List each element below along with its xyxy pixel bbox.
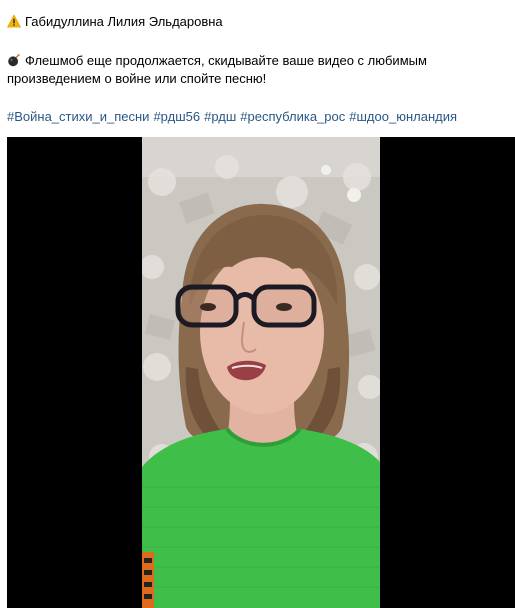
body-text-2: произведением о войне или спойте песню! [7,71,267,86]
bomb-icon [8,53,20,67]
video-frame [142,137,380,608]
hashtag-link[interactable]: #Война_стихи_и_песни [7,109,149,124]
author-name: Габидуллина Лилия Эльдаровна [25,14,223,29]
hashtag-link[interactable]: #республика_рос [240,109,345,124]
body-line-1: Флешмоб еще продолжается, скидывайте ваш… [7,52,427,70]
warning-icon [7,14,21,28]
video-player[interactable] [7,137,515,608]
hashtag-list: #Война_стихи_и_песни #рдш56 #рдш #республик… [7,108,461,126]
author-line: Габидуллина Лилия Эльдаровна [7,13,223,31]
body-text-1: Флешмоб еще продолжается, скидывайте ваш… [25,53,427,68]
hashtag-link[interactable]: #шдоо_юнландия [349,109,457,124]
post: Габидуллина Лилия Эльдаровна Флешмоб еще… [0,0,515,608]
video-still [142,137,380,608]
hashtag-link[interactable]: #рдш56 [153,109,200,124]
hashtag-link[interactable]: #рдш [204,109,236,124]
body-line-2: произведением о войне или спойте песню! [7,70,266,88]
